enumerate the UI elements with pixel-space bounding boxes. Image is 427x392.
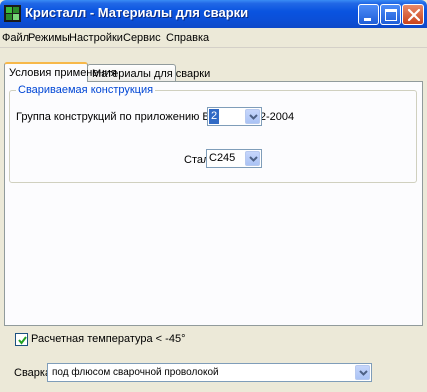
close-button[interactable]	[402, 4, 424, 25]
menu-service[interactable]: Сервис	[123, 32, 161, 44]
steel-value: С245	[209, 152, 236, 164]
welding-value: под флюсом сварочной проволокой	[52, 367, 219, 378]
main-window: Кристалл - Материалы для сварки Файл Реж…	[0, 0, 427, 392]
welding-select[interactable]: под флюсом сварочной проволокой	[47, 363, 372, 382]
app-icon	[4, 5, 21, 22]
window-title: Кристалл - Материалы для сварки	[25, 5, 249, 20]
welded-structure-groupbox	[9, 90, 417, 183]
tab-conditions[interactable]: Условия применения	[4, 62, 117, 82]
menu-help[interactable]: Справка	[166, 32, 209, 44]
chevron-down-icon	[249, 114, 258, 120]
minimize-button[interactable]	[358, 4, 379, 25]
steel-select[interactable]: С245	[206, 149, 262, 168]
structure-group-value: 2	[209, 109, 220, 124]
structure-group-dropdown-button[interactable]	[245, 109, 260, 124]
menu-bar: Файл Режимы Настройки Сервис Справка	[0, 28, 427, 48]
welded-structure-legend: Свариваемая конструкция	[16, 84, 156, 96]
chevron-down-icon	[359, 370, 368, 376]
menu-modes[interactable]: Режимы	[28, 32, 70, 44]
checkmark-icon	[18, 336, 27, 345]
title-bar[interactable]: Кристалл - Материалы для сварки	[0, 0, 427, 28]
menu-file[interactable]: Файл	[2, 32, 29, 44]
welding-dropdown-button[interactable]	[355, 365, 370, 380]
maximize-button[interactable]	[380, 4, 401, 25]
menu-settings[interactable]: Настройки	[69, 32, 123, 44]
maximize-icon	[385, 9, 397, 21]
steel-dropdown-button[interactable]	[245, 151, 260, 166]
welding-label: Сварка	[14, 367, 52, 379]
temperature-checkbox[interactable]	[15, 333, 28, 346]
structure-group-select[interactable]: 2	[207, 107, 262, 126]
chevron-down-icon	[249, 156, 258, 162]
temperature-checkbox-label: Расчетная температура < -45°	[31, 333, 186, 345]
close-icon	[407, 8, 421, 22]
minimize-icon	[364, 18, 371, 21]
